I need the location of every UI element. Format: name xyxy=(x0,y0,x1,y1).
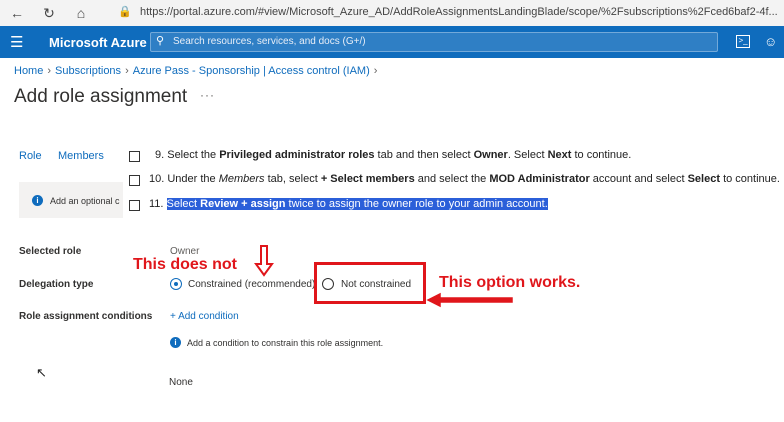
menu-icon[interactable]: ☰ xyxy=(10,33,23,51)
breadcrumb-access-control[interactable]: Azure Pass - Sponsorship | Access contro… xyxy=(133,65,370,77)
more-options-icon[interactable]: ··· xyxy=(200,88,215,102)
home-icon[interactable]: ⌂ xyxy=(72,4,90,22)
search-placeholder[interactable]: Search resources, services, and docs (G+… xyxy=(173,36,366,47)
arrow-down-icon xyxy=(254,245,274,277)
selected-role-label: Selected role xyxy=(19,246,82,257)
arrow-left-icon xyxy=(426,292,513,308)
address-bar[interactable]: https://portal.azure.com/#view/Microsoft… xyxy=(140,6,778,18)
lock-icon[interactable]: 🔒 xyxy=(118,5,132,18)
add-condition-link[interactable]: + Add condition xyxy=(170,311,239,322)
step-checkbox[interactable] xyxy=(129,151,140,162)
conditions-none: None xyxy=(169,377,193,388)
step-checkbox[interactable] xyxy=(129,200,140,211)
info-icon: i xyxy=(32,195,43,206)
chevron-right-icon: › xyxy=(373,65,378,77)
feedback-icon[interactable]: ☺ xyxy=(764,34,777,49)
back-arrow-icon[interactable]: ← xyxy=(8,4,26,22)
role-assignment-conditions-label: Role assignment conditions xyxy=(19,311,153,322)
refresh-icon[interactable]: ↻ xyxy=(40,4,58,22)
chevron-right-icon: › xyxy=(47,65,52,77)
breadcrumb: Home › Subscriptions › Azure Pass - Sponsors… xyxy=(14,65,381,77)
breadcrumb-home[interactable]: Home xyxy=(14,65,43,77)
chevron-right-icon: › xyxy=(125,65,129,77)
constrained-label[interactable]: Constrained (recommended) xyxy=(188,279,315,290)
annotation-does-not: This does not xyxy=(133,256,237,273)
breadcrumb-subscriptions[interactable]: Subscriptions xyxy=(55,65,121,77)
info-icon: i xyxy=(170,337,181,348)
search-icon: ⚲ xyxy=(156,35,165,47)
cloud-shell-icon[interactable]: >_ xyxy=(736,35,750,48)
instructions-overlay: 9. Select the Privileged administrator r… xyxy=(125,143,780,217)
brand-title[interactable]: Microsoft Azure xyxy=(49,35,147,50)
tab-members[interactable]: Members xyxy=(58,150,104,162)
info-banner-text: Add an optional c xyxy=(50,196,120,206)
page-title: Add role assignment xyxy=(14,86,188,107)
mouse-cursor-icon: ↖ xyxy=(36,365,47,380)
highlight-box xyxy=(314,262,426,304)
constrained-radio[interactable] xyxy=(170,278,182,290)
tab-role[interactable]: Role xyxy=(19,150,42,162)
step-checkbox[interactable] xyxy=(129,175,140,186)
condition-info-text: Add a condition to constrain this role a… xyxy=(187,338,384,348)
delegation-type-label: Delegation type xyxy=(19,279,94,290)
